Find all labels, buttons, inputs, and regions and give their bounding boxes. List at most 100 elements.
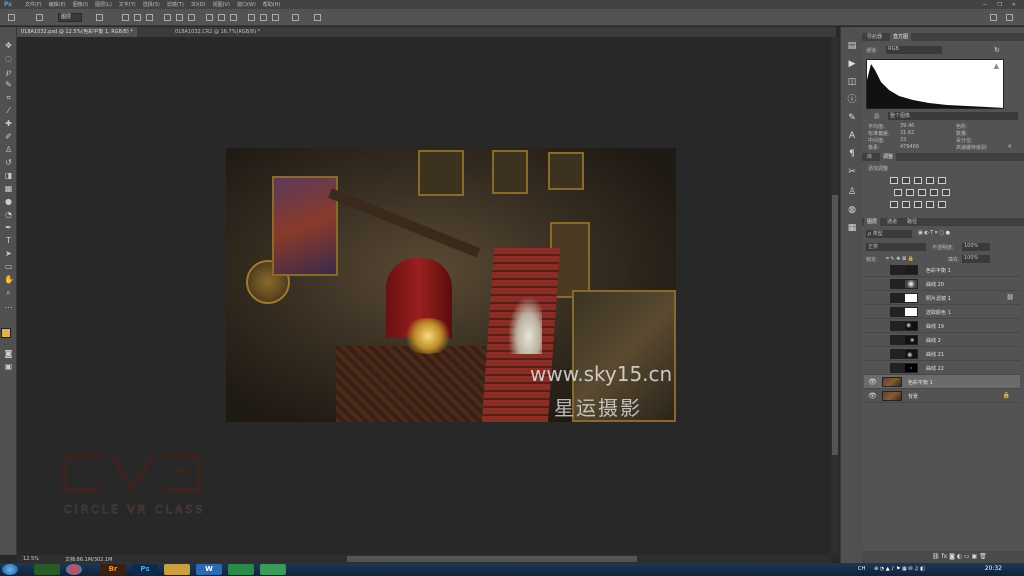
- menu-select[interactable]: 选择(S): [143, 1, 160, 8]
- workspace-icon[interactable]: [1006, 14, 1013, 21]
- hand-tool-icon[interactable]: ✋: [4, 275, 14, 284]
- layer-row[interactable]: 色彩平衡 1: [864, 263, 1020, 277]
- history-panel-icon[interactable]: ▤: [847, 41, 857, 51]
- shape-tool-icon[interactable]: ▭: [4, 262, 13, 271]
- align-right-icon[interactable]: [188, 14, 195, 21]
- menu-help[interactable]: 帮助(H): [263, 1, 281, 8]
- tab-document-psd[interactable]: 018A1032.psd @ 12.5%(色彩平衡 1, RGB/8) *: [17, 27, 137, 37]
- tab-document-cr2[interactable]: 018A1032.CR2 @ 16.7%(RGB/8) *: [171, 27, 264, 37]
- tab-layers[interactable]: 图层: [864, 218, 881, 226]
- refresh-icon[interactable]: ↻: [994, 46, 1000, 54]
- curves-icon[interactable]: [914, 177, 922, 184]
- blend-mode-dropdown[interactable]: 正常: [866, 243, 926, 251]
- distribute-left-icon[interactable]: [248, 14, 255, 21]
- system-clock[interactable]: 20:32: [985, 565, 1002, 572]
- taskbar-app-icon[interactable]: [228, 564, 254, 575]
- photoshop-app-icon[interactable]: Ps: [132, 564, 158, 575]
- auto-select-checkbox[interactable]: [36, 14, 43, 21]
- align-vcenter-icon[interactable]: [134, 14, 141, 21]
- word-app-icon[interactable]: W: [196, 564, 222, 575]
- horizontal-scroll-thumb[interactable]: [347, 556, 637, 562]
- lasso-tool-icon[interactable]: ℘: [4, 67, 13, 76]
- eraser-tool-icon[interactable]: ◨: [4, 171, 13, 180]
- tab-channels[interactable]: 通道: [884, 218, 900, 226]
- menu-edit[interactable]: 编辑(E): [49, 1, 66, 8]
- menu-filter[interactable]: 滤镜(T): [167, 1, 184, 8]
- distribute-vcenter-icon[interactable]: [218, 14, 225, 21]
- styles-panel-icon[interactable]: ◍: [847, 205, 857, 215]
- layer-row[interactable]: 选取颜色 1: [864, 305, 1020, 319]
- layer-filter-icons[interactable]: ▣ ◐ T ⌗ ▢ ●: [918, 230, 950, 236]
- layer-row[interactable]: 曲线 19: [864, 319, 1020, 333]
- more-tools-icon[interactable]: …: [4, 301, 13, 310]
- type-tool-icon[interactable]: T: [4, 236, 13, 245]
- fill-input[interactable]: 100%: [962, 255, 990, 263]
- tool-presets-icon[interactable]: ✂: [847, 167, 857, 177]
- channel-dropdown[interactable]: RGB: [886, 46, 942, 54]
- 3d-mode-icon[interactable]: [314, 14, 321, 21]
- auto-align-icon[interactable]: [292, 14, 299, 21]
- zoom-tool-icon[interactable]: ⌕: [4, 288, 13, 297]
- source-dropdown[interactable]: 整个图像: [888, 112, 1018, 120]
- tab-paths[interactable]: 路径: [904, 218, 920, 226]
- start-button[interactable]: [2, 564, 18, 575]
- layer-mask-thumbnail[interactable]: [904, 307, 918, 317]
- posterize-icon[interactable]: [902, 201, 910, 208]
- swatches-panel-icon[interactable]: ▦: [847, 223, 857, 233]
- menu-view[interactable]: 视图(V): [213, 1, 230, 8]
- clone-source-icon[interactable]: ♙: [847, 187, 857, 197]
- character-panel-icon[interactable]: A: [847, 131, 857, 141]
- distribute-hcenter-icon[interactable]: [260, 14, 267, 21]
- auto-select-dropdown[interactable]: 图层: [58, 13, 82, 22]
- transform-controls-checkbox[interactable]: [96, 14, 103, 21]
- quick-mask-icon[interactable]: ◙: [4, 349, 13, 358]
- distribute-right-icon[interactable]: [272, 14, 279, 21]
- opacity-input[interactable]: 100%: [962, 243, 990, 251]
- dodge-tool-icon[interactable]: ◔: [4, 210, 13, 219]
- tab-libraries[interactable]: 库: [864, 153, 875, 161]
- horizontal-scrollbar[interactable]: [17, 555, 831, 563]
- layer-thumbnail[interactable]: [882, 377, 902, 387]
- properties-panel-icon[interactable]: ◫: [847, 77, 857, 87]
- align-top-icon[interactable]: [122, 14, 129, 21]
- tab-adjustments[interactable]: 调整: [880, 153, 897, 161]
- blur-tool-icon[interactable]: ●: [4, 197, 13, 206]
- menu-window[interactable]: 窗口(W): [237, 1, 256, 8]
- align-bottom-icon[interactable]: [146, 14, 153, 21]
- brush-panel-icon[interactable]: ✎: [847, 113, 857, 123]
- minimize-button[interactable]: —: [982, 2, 987, 8]
- layer-row-selected[interactable]: 👁 色彩平衡 1: [864, 375, 1020, 389]
- info-panel-icon[interactable]: ⓘ: [847, 95, 857, 105]
- gradient-tool-icon[interactable]: ▦: [4, 184, 13, 193]
- black-white-icon[interactable]: [918, 189, 926, 196]
- layer-mask-thumbnail[interactable]: [904, 265, 918, 275]
- levels-icon[interactable]: [902, 177, 910, 184]
- layer-mask-thumbnail[interactable]: [904, 335, 918, 345]
- marquee-tool-icon[interactable]: ◌: [4, 54, 13, 63]
- tray-icons[interactable]: ⊕ ◔ ▲ ♪ ⚑ ▦ ✉ ♫ ◧: [874, 566, 925, 572]
- layer-filter-dropdown[interactable]: ρ 类型: [866, 230, 912, 238]
- hue-saturation-icon[interactable]: [894, 189, 902, 196]
- lock-icons[interactable]: ⌗ ✎ ✥ ⊠ 🔒: [886, 256, 914, 262]
- threshold-icon[interactable]: [914, 201, 922, 208]
- menu-type[interactable]: 文字(Y): [119, 1, 136, 8]
- quick-select-tool-icon[interactable]: ✎: [4, 80, 13, 89]
- chrome-icon[interactable]: [66, 564, 82, 575]
- clone-stamp-tool-icon[interactable]: ♙: [4, 145, 13, 154]
- vibrance-icon[interactable]: [938, 177, 946, 184]
- distribute-bottom-icon[interactable]: [230, 14, 237, 21]
- bridge-app-icon[interactable]: Br: [100, 564, 126, 575]
- layer-row[interactable]: 曲线 21: [864, 347, 1020, 361]
- layer-mask-thumbnail[interactable]: [904, 279, 918, 289]
- brush-tool-icon[interactable]: ✐: [4, 132, 13, 141]
- align-left-icon[interactable]: [164, 14, 171, 21]
- invert-icon[interactable]: [890, 201, 898, 208]
- maximize-button[interactable]: ❐: [997, 2, 1001, 8]
- menu-image[interactable]: 图像(I): [73, 1, 88, 8]
- layer-row[interactable]: 曲线 2: [864, 333, 1020, 347]
- zoom-level[interactable]: 12.5%: [23, 556, 39, 562]
- menu-file[interactable]: 文件(F): [25, 1, 42, 8]
- visibility-eye-icon[interactable]: 👁: [868, 392, 877, 400]
- channel-mixer-icon[interactable]: [942, 189, 950, 196]
- history-brush-tool-icon[interactable]: ↺: [4, 158, 13, 167]
